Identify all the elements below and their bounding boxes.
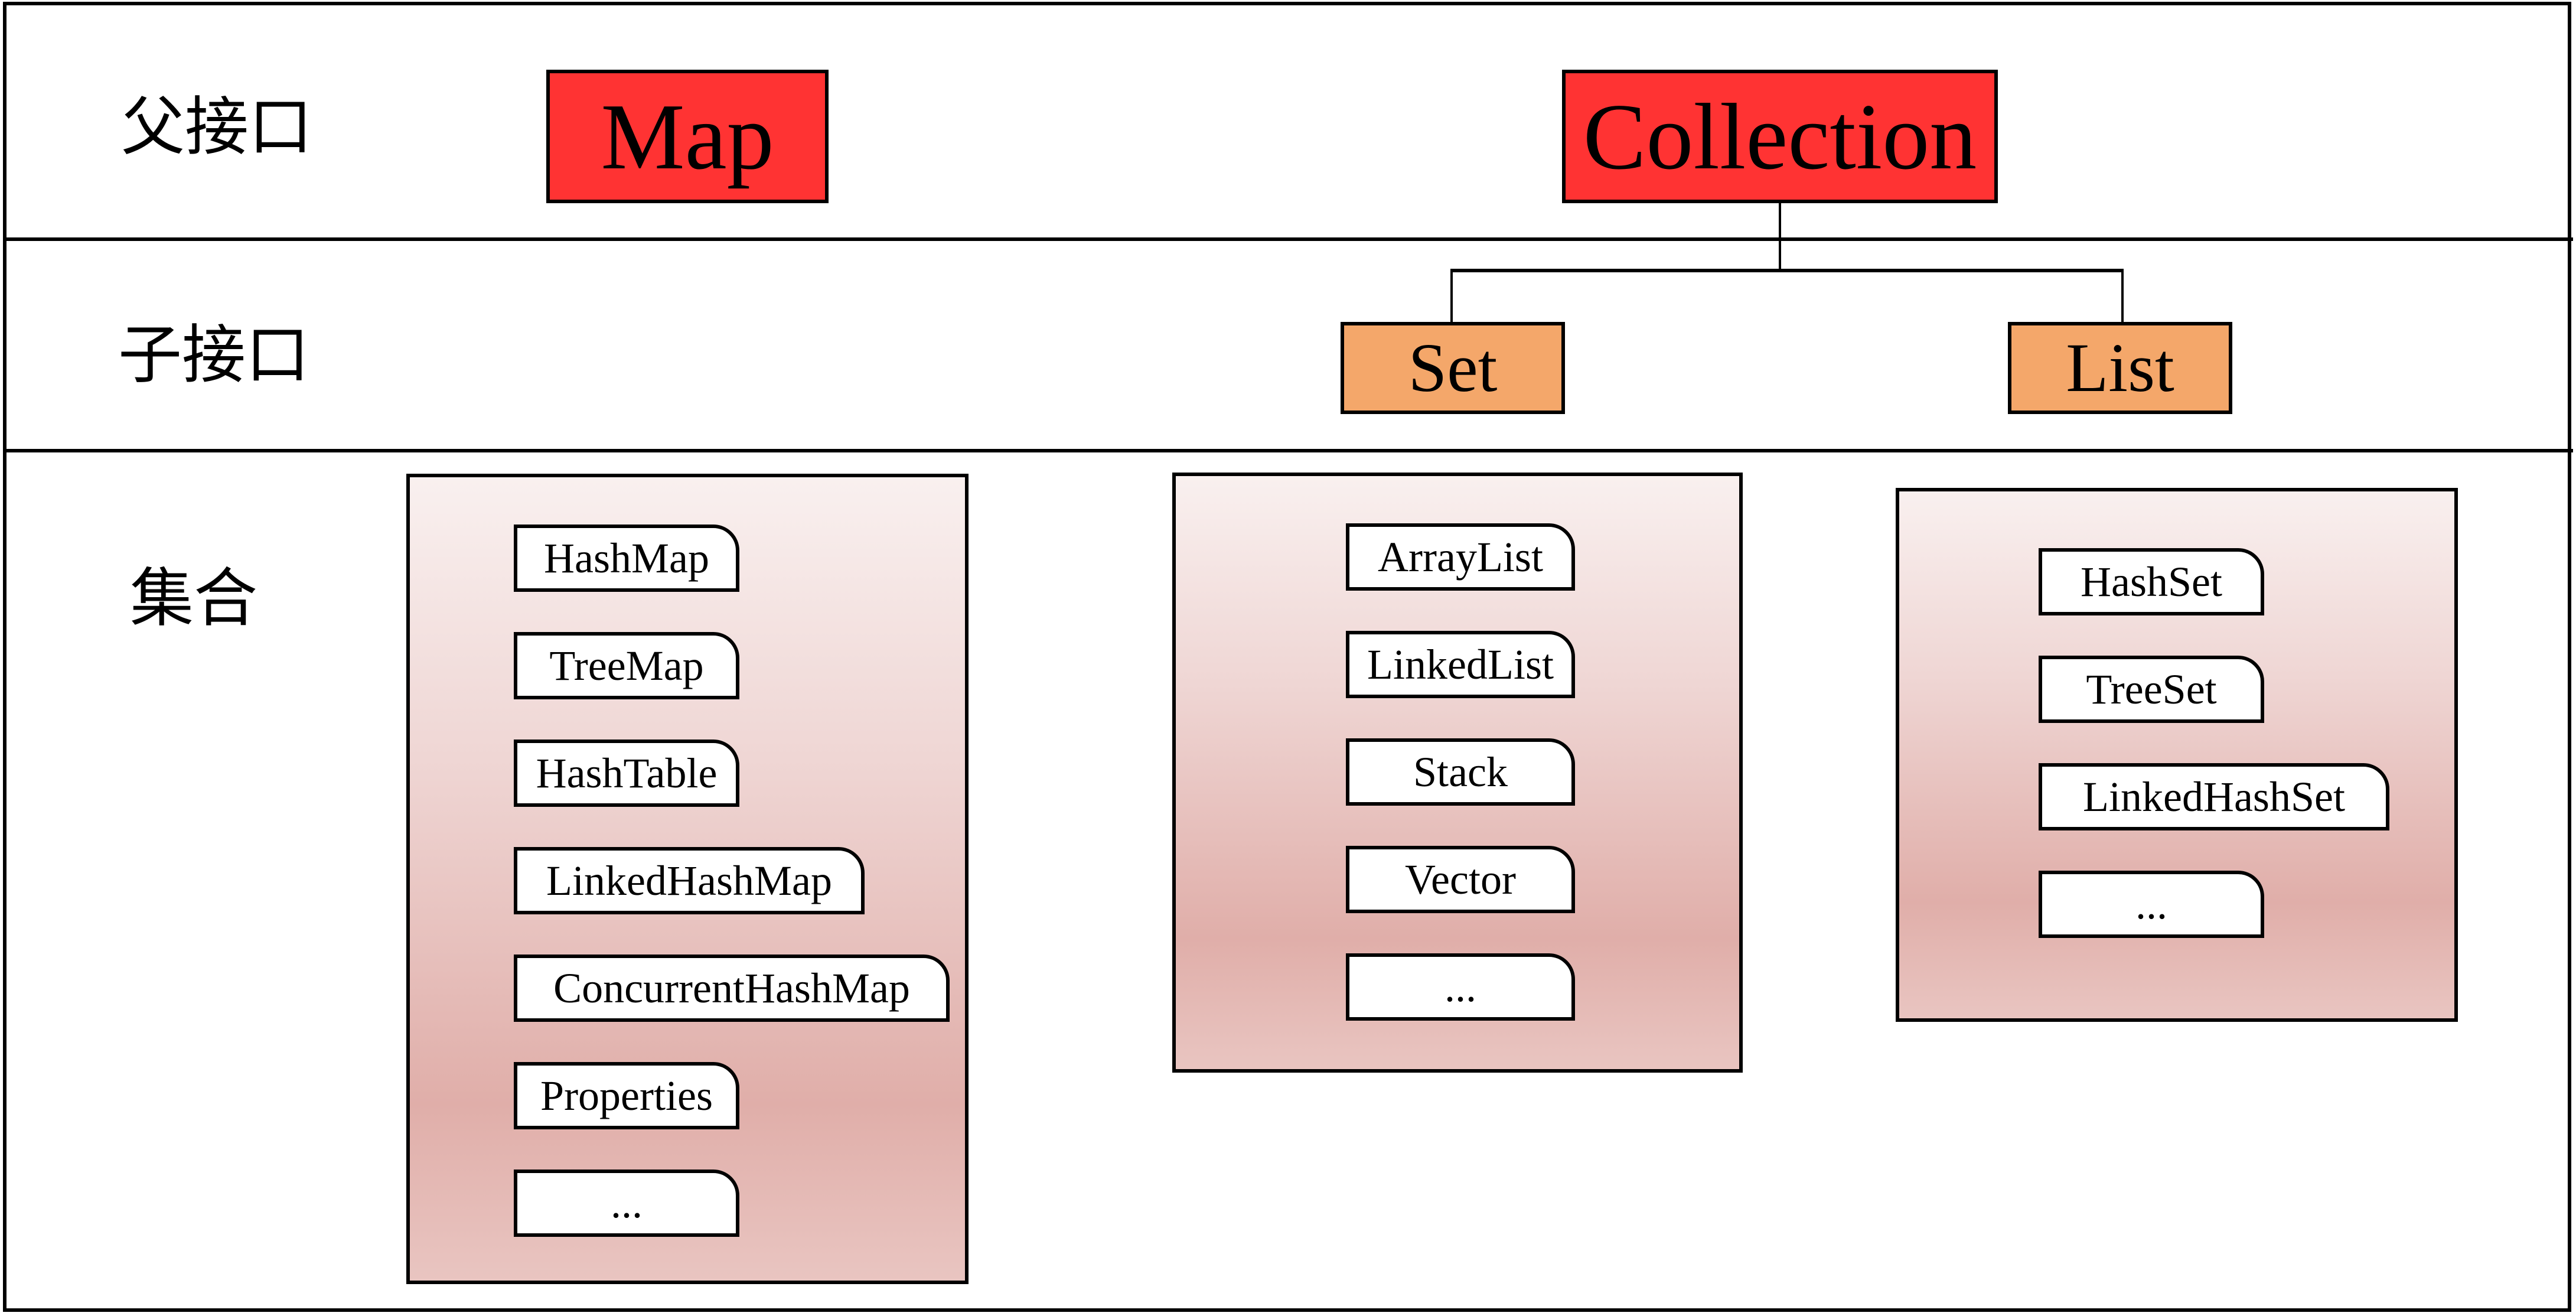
collection-item-linkedlist: LinkedList xyxy=(1346,631,1575,698)
list-implementations-group: ArrayList LinkedList Stack Vector ... xyxy=(1172,473,1743,1073)
list-interface-node: List xyxy=(2008,322,2232,414)
collection-item-more: ... xyxy=(514,1170,739,1237)
collection-interface-node: Collection xyxy=(1562,70,1998,203)
row-divider-2 xyxy=(3,449,2573,452)
collection-item-stack: Stack xyxy=(1346,738,1575,806)
set-implementations-group: HashSet TreeSet LinkedHashSet ... xyxy=(1896,488,2458,1022)
collection-item-treemap: TreeMap xyxy=(514,632,739,699)
row-label-collections: 集合 xyxy=(130,562,258,636)
set-interface-node: Set xyxy=(1341,322,1565,414)
collection-item-treeset: TreeSet xyxy=(2039,656,2264,723)
collection-item-arraylist: ArrayList xyxy=(1346,523,1575,591)
row-divider-1 xyxy=(3,237,2573,241)
connector-horizontal-bar xyxy=(1450,269,2124,272)
collection-item-vector: Vector xyxy=(1346,846,1575,913)
set-interface-label: Set xyxy=(1408,329,1498,406)
connector-to-set xyxy=(1450,269,1453,323)
map-interface-node: Map xyxy=(546,70,829,203)
map-interface-label: Map xyxy=(601,84,774,189)
collection-item-more: ... xyxy=(1346,953,1575,1021)
row-label-parent-interface: 父接口 xyxy=(121,90,313,164)
collection-interface-label: Collection xyxy=(1583,84,1977,189)
connector-to-list xyxy=(2121,269,2124,323)
list-interface-label: List xyxy=(2066,329,2174,406)
collection-item-linkedhashset: LinkedHashSet xyxy=(2039,763,2389,830)
collection-item-concurrenthashmap: ConcurrentHashMap xyxy=(514,955,950,1022)
collection-item-hashset: HashSet xyxy=(2039,548,2264,615)
collection-item-hashtable: HashTable xyxy=(514,740,739,807)
connector-collection-stem xyxy=(1779,202,1781,272)
collection-item-properties: Properties xyxy=(514,1062,739,1129)
row-label-child-interface: 子接口 xyxy=(118,318,310,392)
collection-item-hashmap: HashMap xyxy=(514,525,739,592)
collection-item-more: ... xyxy=(2039,871,2264,938)
map-implementations-group: HashMap TreeMap HashTable LinkedHashMap … xyxy=(406,474,969,1284)
collection-item-linkedhashmap: LinkedHashMap xyxy=(514,847,865,914)
